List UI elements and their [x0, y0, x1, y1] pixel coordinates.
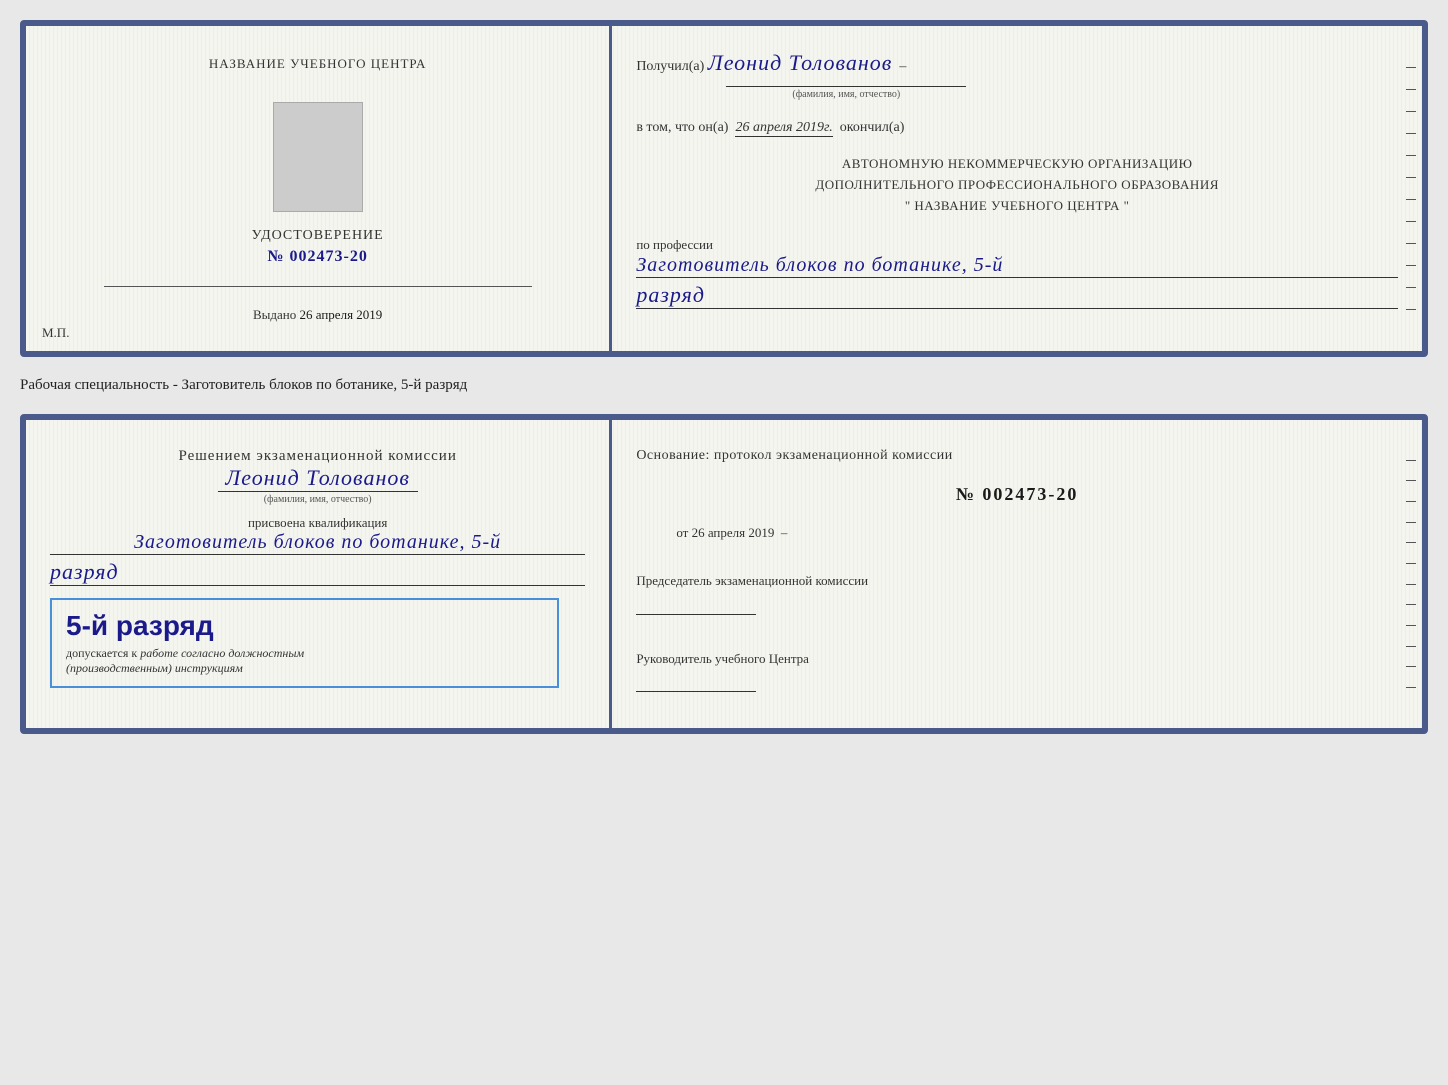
commission-name: Леонид Толованов: [50, 465, 585, 491]
chairman-title: Председатель экзаменационной комиссии: [636, 571, 1398, 591]
stamp-line2: работе согласно должностным: [140, 646, 304, 660]
recipient-name: Леонид Толованов: [708, 50, 893, 75]
page-wrapper: НАЗВАНИЕ УЧЕБНОГО ЦЕНТРА УДОСТОВЕРЕНИЕ №…: [20, 20, 1428, 734]
assigned-razryad: разряд: [50, 559, 585, 586]
card1-right: Получил(а) Леонид Толованов – (фамилия, …: [612, 26, 1422, 351]
cert-number-value: 002473-20: [290, 248, 368, 265]
chairman-sig-line: [636, 597, 756, 615]
assigned-profession: Заготовитель блоков по ботанике, 5-й: [50, 531, 585, 555]
ot-date: 26 апреля 2019: [692, 525, 775, 540]
photo-placeholder: [273, 102, 363, 212]
ot-label: от: [676, 525, 688, 540]
vtom-date: 26 апреля 2019г.: [735, 120, 832, 137]
training-center-label: НАЗВАНИЕ УЧЕБНОГО ЦЕНТРА: [209, 56, 426, 72]
card2-left: Решением экзаменационной комиссии Леонид…: [26, 420, 612, 728]
issued-label: Выдано: [253, 307, 296, 322]
stamp-line3: (производственным) инструкциям: [66, 661, 243, 675]
org-line1: АВТОНОМНУЮ НЕКОММЕРЧЕСКУЮ ОРГАНИЗАЦИЮ: [636, 154, 1398, 175]
org-block: АВТОНОМНУЮ НЕКОММЕРЧЕСКУЮ ОРГАНИЗАЦИЮ ДО…: [636, 154, 1398, 216]
profession-value: Заготовитель блоков по ботанике, 5-й: [636, 254, 1398, 278]
chairman-block: Председатель экзаменационной комиссии: [636, 571, 1398, 615]
razryad-value: разряд: [636, 282, 1398, 309]
stamp-line1: допускается к: [66, 646, 137, 660]
card2-right: Основание: протокол экзаменационной коми…: [612, 420, 1422, 728]
commission-intro: Решением экзаменационной комиссии: [50, 448, 585, 465]
cert-title: УДОСТОВЕРЕНИЕ: [252, 228, 384, 244]
mp-label: М.П.: [42, 325, 69, 341]
cert-number: № 002473-20: [267, 248, 367, 266]
org-line3: " НАЗВАНИЕ УЧЕБНОГО ЦЕНТРА ": [636, 196, 1398, 217]
stamp-box: 5-й разряд допускается к работе согласно…: [50, 598, 559, 688]
issued-date: 26 апреля 2019: [300, 307, 383, 322]
received-prefix: Получил(а): [636, 59, 704, 74]
edge-decoration-2: [1404, 420, 1422, 728]
org-line2: ДОПОЛНИТЕЛЬНОГО ПРОФЕССИОНАЛЬНОГО ОБРАЗО…: [636, 175, 1398, 196]
edge-decoration: [1404, 26, 1422, 351]
ot-line: от 26 апреля 2019 –: [636, 525, 1398, 541]
fio-label-2: (фамилия, имя, отчество): [218, 491, 418, 505]
received-line: Получил(а) Леонид Толованов –: [636, 50, 1398, 76]
okonchil: окончил(а): [840, 120, 905, 135]
certificate-card-1: НАЗВАНИЕ УЧЕБНОГО ЦЕНТРА УДОСТОВЕРЕНИЕ №…: [20, 20, 1428, 357]
fio-label-1: (фамилия, имя, отчество): [726, 86, 966, 100]
issued-line: Выдано 26 апреля 2019: [253, 307, 382, 323]
card1-left: НАЗВАНИЕ УЧЕБНОГО ЦЕНТРА УДОСТОВЕРЕНИЕ №…: [26, 26, 612, 351]
assigned-label: присвоена квалификация: [50, 515, 585, 531]
head-title: Руководитель учебного Центра: [636, 649, 1398, 669]
vtom-text: в том, что он(а): [636, 120, 728, 135]
stamp-text: допускается к работе согласно должностны…: [66, 646, 543, 676]
vtom-line: в том, что он(а) 26 апреля 2019г. окончи…: [636, 120, 1398, 136]
profession-block: по профессии Заготовитель блоков по бота…: [636, 236, 1398, 309]
specialty-label: Рабочая специальность - Заготовитель бло…: [20, 373, 1428, 398]
profession-label: по профессии: [636, 237, 713, 252]
prot-number: № 002473-20: [636, 484, 1398, 505]
cert-number-prefix: №: [267, 248, 284, 265]
osnov-line: Основание: протокол экзаменационной коми…: [636, 448, 1398, 464]
head-sig-line: [636, 674, 756, 692]
head-block: Руководитель учебного Центра: [636, 649, 1398, 693]
certificate-card-2: Решением экзаменационной комиссии Леонид…: [20, 414, 1428, 734]
stamp-grade: 5-й разряд: [66, 610, 543, 642]
